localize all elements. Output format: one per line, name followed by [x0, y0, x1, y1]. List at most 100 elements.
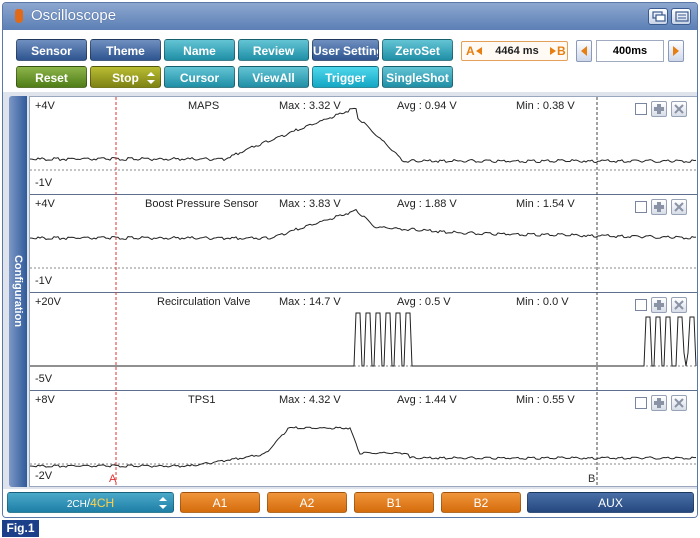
singleshot-button[interactable]: SingleShot	[382, 66, 453, 88]
zeroset-button[interactable]: ZeroSet	[382, 39, 453, 61]
cursor-button[interactable]: Cursor	[164, 66, 235, 88]
channel-3-panel: +20V -5V Recirculation Valve Max : 14.7 …	[30, 293, 697, 391]
channel-4-checkbox[interactable]	[635, 397, 647, 409]
channel-1-waveform	[30, 107, 697, 164]
spinner-arrows-icon	[159, 497, 167, 509]
menu-icon	[675, 11, 689, 22]
menu-button[interactable]	[671, 8, 691, 25]
review-button[interactable]: Review	[238, 39, 309, 61]
channel-3-expand-button[interactable]	[651, 297, 667, 313]
configuration-tab[interactable]: Configuration	[9, 96, 27, 487]
triangle-right-icon	[550, 47, 556, 55]
plot-area: +4V -1V MAPS Max : 3.32 V Avg : 0.94 V M…	[29, 96, 697, 487]
channel-1-graph	[30, 107, 697, 171]
channel-3-bottom-scale: -5V	[35, 373, 53, 385]
channel-4-expand-button[interactable]	[651, 395, 667, 411]
b1-button[interactable]: B1	[354, 492, 434, 513]
spinner-arrows-icon	[147, 72, 155, 84]
plus-icon	[654, 300, 664, 310]
name-button[interactable]: Name	[164, 39, 235, 61]
cursor-b-label: B	[557, 44, 566, 58]
close-icon	[674, 202, 684, 212]
title-bar: Oscilloscope	[3, 3, 697, 30]
plus-icon	[654, 202, 664, 212]
channel-2-waveform	[30, 208, 697, 241]
channel-3-max: Max : 14.7 V	[279, 296, 341, 308]
channel-1-min: Min : 0.38 V	[516, 100, 575, 112]
channel-4-waveform	[30, 426, 697, 468]
channel-1-panel: +4V -1V MAPS Max : 3.32 V Avg : 0.94 V M…	[30, 97, 697, 195]
channel-1-close-button[interactable]	[671, 101, 687, 117]
a2-button[interactable]: A2	[267, 492, 347, 513]
arrow-left-icon	[581, 46, 587, 56]
time-increase-button[interactable]	[668, 40, 684, 62]
time-decrease-button[interactable]	[576, 40, 592, 62]
close-icon	[674, 300, 684, 310]
time-division-control: 400ms	[576, 40, 684, 62]
channel-3-waveform	[30, 312, 697, 367]
aux-button[interactable]: AUX	[527, 492, 694, 513]
channel-3-min: Min : 0.0 V	[516, 296, 569, 308]
channel-4-graph	[30, 426, 697, 468]
window-title: Oscilloscope	[31, 7, 117, 24]
theme-button[interactable]: Theme	[90, 39, 161, 61]
ch4-label: 4CH	[90, 496, 115, 510]
channel-2-min: Min : 1.54 V	[516, 198, 575, 210]
channel-2-name: Boost Pressure Sensor	[145, 198, 259, 210]
cursor-interval-value: 4464 ms	[495, 45, 539, 57]
user-setting-button[interactable]: User Setting	[312, 39, 379, 61]
channel-4-min: Min : 0.55 V	[516, 394, 575, 406]
channel-1-expand-button[interactable]	[651, 101, 667, 117]
channel-4-max: Max : 4.32 V	[279, 394, 341, 406]
arrow-right-icon	[673, 46, 679, 56]
cursor-b-marker: B	[588, 473, 596, 485]
channel-1-checkbox[interactable]	[635, 103, 647, 115]
channel-1-max: Max : 3.32 V	[279, 100, 341, 112]
close-icon	[674, 104, 684, 114]
channel-3-name: Recirculation Valve	[157, 296, 251, 308]
viewall-button[interactable]: ViewAll	[238, 66, 309, 88]
window-restore-icon	[652, 11, 666, 22]
reset-button[interactable]: Reset	[16, 66, 87, 88]
b2-button[interactable]: B2	[441, 492, 521, 513]
channel-3-close-button[interactable]	[671, 297, 687, 313]
channel-2-avg: Avg : 1.88 V	[397, 198, 457, 210]
window-mode-button[interactable]	[648, 8, 668, 25]
channel-4-bottom-scale: -2V	[35, 470, 53, 482]
configuration-label: Configuration	[12, 254, 24, 328]
plus-icon	[654, 398, 664, 408]
channel-4-top-scale: +8V	[35, 394, 55, 406]
channel-1-avg: Avg : 0.94 V	[397, 100, 457, 112]
bottom-bar: 2CH/4CH A1 A2 B1 B2 AUX	[3, 489, 697, 517]
ch2-label: 2CH	[66, 499, 87, 510]
channel-3-avg: Avg : 0.5 V	[397, 296, 451, 308]
channel-2-checkbox[interactable]	[635, 201, 647, 213]
channel-4-name: TPS1	[188, 394, 216, 406]
channel-2-expand-button[interactable]	[651, 199, 667, 215]
plus-icon	[654, 104, 664, 114]
channel-count-selector[interactable]: 2CH/4CH	[7, 492, 174, 513]
channel-2-max: Max : 3.83 V	[279, 198, 341, 210]
cursor-a-marker: A	[109, 473, 117, 485]
a1-button[interactable]: A1	[180, 492, 260, 513]
channel-1-name: MAPS	[188, 100, 220, 112]
channel-3-checkbox[interactable]	[635, 299, 647, 311]
sensor-button[interactable]: Sensor	[16, 39, 87, 61]
trigger-button[interactable]: Trigger	[312, 66, 379, 88]
channel-4-panel: +8V -2V TPS1 Max : 4.32 V Avg : 1.44 V M…	[30, 391, 697, 486]
oscilloscope-window: Oscilloscope Sensor Theme Name Review Us…	[2, 2, 698, 518]
stop-label: Stop	[112, 71, 139, 85]
figure-label: Fig.1	[2, 520, 39, 537]
channel-4-close-button[interactable]	[671, 395, 687, 411]
channel-2-graph	[30, 208, 697, 269]
stop-button[interactable]: Stop	[90, 66, 161, 88]
cursor-interval-display: A 4464 ms B	[461, 41, 568, 61]
channel-3-graph	[30, 312, 697, 367]
oscilloscope-app: Oscilloscope Sensor Theme Name Review Us…	[0, 0, 700, 538]
channel-2-panel: +4V -1V Boost Pressure Sensor Max : 3.83…	[30, 195, 697, 293]
channel-4-avg: Avg : 1.44 V	[397, 394, 457, 406]
channel-2-close-button[interactable]	[671, 199, 687, 215]
channel-2-top-scale: +4V	[35, 198, 55, 210]
triangle-left-icon	[476, 47, 482, 55]
time-division-value[interactable]: 400ms	[596, 40, 664, 62]
